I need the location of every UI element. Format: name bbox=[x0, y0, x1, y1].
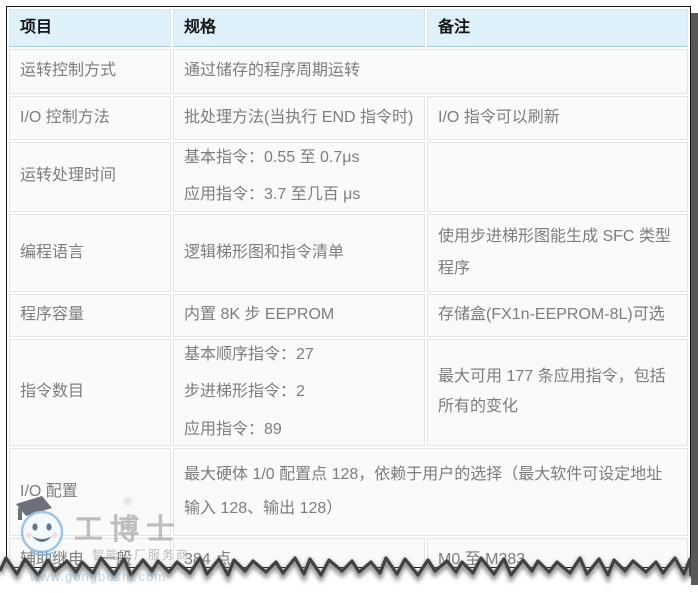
cell: 基本顺序指令：27 步进梯形指令：2 应用指令：89 bbox=[173, 339, 425, 446]
table-body: 运转控制方式通过储存的程序周期运转I/O 控制方法批处理方法(当执行 END 指… bbox=[9, 49, 688, 568]
cell-line: 基本顺序指令：27 bbox=[184, 344, 414, 366]
header-row: 项目规格备注 bbox=[9, 9, 688, 47]
cell-line: 应用指令：89 bbox=[184, 419, 414, 441]
cell: 编程语言 bbox=[9, 214, 171, 292]
column-header: 项目 bbox=[9, 9, 171, 47]
cell: 使用步进梯形图能生成 SFC 类型程序 bbox=[427, 214, 688, 292]
column-header: 备注 bbox=[427, 9, 688, 47]
cell: 运转处理时间 bbox=[9, 142, 171, 212]
cell-line: 基本指令：0.55 至 0.7μs bbox=[184, 147, 414, 169]
cell: 最大可用 177 条应用指令，包括所有的变化 bbox=[427, 339, 688, 446]
table-row: 指令数目基本顺序指令：27 步进梯形指令：2 应用指令：89 最大可用 177 条应用… bbox=[9, 339, 688, 446]
column-header: 规格 bbox=[173, 9, 425, 47]
cell: 指令数目 bbox=[9, 339, 171, 446]
cell: 存储盒(FX1n-EEPROM-8L)可选 bbox=[427, 294, 688, 337]
cell: 通过储存的程序周期运转 bbox=[173, 49, 688, 94]
cell: 程序容量 bbox=[9, 294, 171, 337]
table-row: 运转控制方式通过储存的程序周期运转 bbox=[9, 49, 688, 94]
cell: I/O 控制方法 bbox=[9, 96, 171, 140]
table-row: 运转处理时间基本指令：0.55 至 0.7μs 应用指令：3.7 至几百 μs bbox=[9, 142, 688, 212]
table-row: 程序容量内置 8K 步 EEPROM存储盒(FX1n-EEPROM-8L)可选 bbox=[9, 294, 688, 337]
cell-line: 应用指令：3.7 至几百 μs bbox=[184, 184, 414, 206]
cell: 384 点 bbox=[173, 538, 425, 568]
table-row: I/O 控制方法批处理方法(当执行 END 指令时)I/O 指令可以刷新 bbox=[9, 96, 688, 140]
cell: 批处理方法(当执行 END 指令时) bbox=[173, 96, 425, 140]
cell: I/O 指令可以刷新 bbox=[427, 96, 688, 140]
table-row: I/O 配置最大硬体 1/0 配置点 128，依赖于用户的选择（最大软件可设定地… bbox=[9, 448, 688, 536]
cell: 最大硬体 1/0 配置点 128，依赖于用户的选择（最大软件可设定地址输入 12… bbox=[173, 448, 688, 536]
cell: 运转控制方式 bbox=[9, 49, 171, 94]
cell: 内置 8K 步 EEPROM bbox=[173, 294, 425, 337]
cell: M0 至 M383 bbox=[427, 538, 688, 568]
spec-table: 项目规格备注 运转控制方式通过储存的程序周期运转I/O 控制方法批处理方法(当执… bbox=[7, 7, 690, 568]
drop-shadow-band bbox=[691, 13, 698, 585]
screenshot-frame: 项目规格备注 运转控制方式通过储存的程序周期运转I/O 控制方法批处理方法(当执… bbox=[6, 6, 691, 568]
cell: 辅助继电 一般 bbox=[9, 538, 171, 568]
cell: I/O 配置 bbox=[9, 448, 171, 536]
watermark-url: www.gongboshi.com bbox=[30, 569, 166, 584]
table-row: 编程语言逻辑梯形图和指令清单使用步进梯形图能生成 SFC 类型程序 bbox=[9, 214, 688, 292]
cell bbox=[427, 142, 688, 212]
cell: 基本指令：0.55 至 0.7μs 应用指令：3.7 至几百 μs bbox=[173, 142, 425, 212]
cell-line: 步进梯形指令：2 bbox=[184, 381, 414, 403]
table-row: 辅助继电 一般384 点M0 至 M383 bbox=[9, 538, 688, 568]
table-header: 项目规格备注 bbox=[9, 9, 688, 47]
cell: 逻辑梯形图和指令清单 bbox=[173, 214, 425, 292]
